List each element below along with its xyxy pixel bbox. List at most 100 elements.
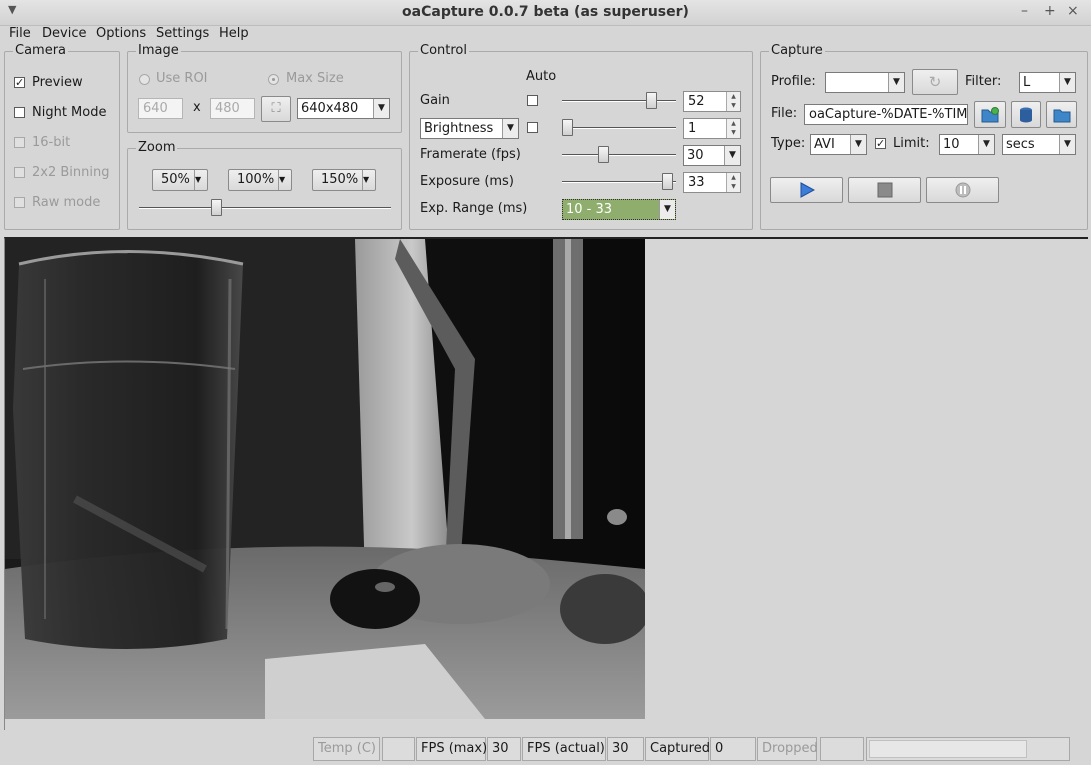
folder-add-icon — [981, 107, 999, 123]
file-name-input[interactable]: oaCapture-%DATE-%TIME — [804, 104, 968, 125]
brightness-spinbox[interactable]: 1 ▲ ▼ — [683, 118, 741, 139]
maximize-icon[interactable]: + — [1044, 3, 1056, 19]
gain-slider-handle[interactable] — [646, 92, 658, 109]
exposure-slider-track[interactable] — [562, 181, 676, 183]
exposure-spinbox[interactable]: 33 ▲ ▼ — [683, 172, 741, 193]
zoom-100-button[interactable]: 100% ▼ — [228, 169, 292, 191]
open-folder-button[interactable] — [1046, 101, 1077, 128]
gain-spinbox[interactable]: 52 ▲ ▼ — [683, 91, 741, 112]
brightness-auto-checkbox[interactable] — [527, 122, 538, 133]
exposure-slider-handle[interactable] — [661, 173, 673, 190]
limit-unit-select[interactable]: secs ▼ — [1002, 134, 1076, 155]
fps-max-value: 30 — [487, 737, 521, 761]
menu-settings[interactable]: Settings — [156, 26, 209, 41]
menu-file[interactable]: File — [9, 26, 31, 41]
gain-slider-track[interactable] — [562, 100, 676, 102]
gain-auto-checkbox[interactable] — [527, 95, 538, 106]
chevron-down-icon: ▼ — [850, 135, 866, 154]
spin-arrows-icon[interactable]: ▲ ▼ — [726, 92, 740, 111]
preview-scene — [5, 239, 645, 719]
filter-value: L — [1023, 75, 1031, 90]
chevron-down-icon: ▼ — [278, 170, 291, 190]
temp-value — [382, 737, 415, 761]
type-select[interactable]: AVI ▼ — [810, 134, 867, 155]
use-roi-radio — [139, 74, 150, 85]
auto-column-label: Auto — [526, 69, 557, 84]
zoom-slider-track[interactable] — [139, 207, 391, 209]
brightness-slider-track[interactable] — [562, 127, 676, 129]
exp-range-select[interactable]: 10 - 33 ▼ — [562, 199, 676, 220]
16bit-label: 16-bit — [32, 135, 71, 150]
database-icon — [1020, 107, 1032, 123]
temp-label: Temp (C) — [313, 737, 380, 761]
chevron-down-icon: ▼ — [1059, 135, 1075, 154]
zoom-50-label: 50% — [161, 172, 190, 187]
limit-checkbox[interactable]: ✓ — [875, 138, 886, 149]
night-mode-label: Night Mode — [32, 105, 107, 120]
image-group-title: Image — [136, 43, 181, 58]
chevron-down-icon: ▼ — [888, 73, 904, 92]
chevron-down-icon: ▼ — [194, 170, 207, 190]
gain-value: 52 — [688, 94, 705, 109]
filter-select[interactable]: L ▼ — [1019, 72, 1076, 93]
preview-checkbox[interactable]: ✓ — [14, 77, 25, 88]
close-icon[interactable]: × — [1067, 3, 1079, 19]
gain-label: Gain — [420, 93, 450, 108]
spin-arrows-icon[interactable]: ▲ ▼ — [726, 119, 740, 138]
limit-label: Limit: — [893, 136, 930, 151]
zoom-group-title: Zoom — [136, 140, 178, 155]
roi-height-input: 480 — [210, 98, 255, 119]
profile-select[interactable]: ▼ — [825, 72, 905, 93]
chevron-down-icon: ▼ — [373, 99, 389, 118]
resolution-value: 640x480 — [301, 101, 359, 116]
spin-arrows-icon[interactable]: ▲ ▼ — [726, 173, 740, 192]
play-icon — [800, 182, 815, 198]
zoom-50-button[interactable]: 50% ▼ — [152, 169, 208, 191]
progress-bar-track — [869, 740, 1027, 758]
menu-device[interactable]: Device — [42, 26, 86, 41]
save-profile-button[interactable] — [1011, 101, 1041, 128]
zoom-slider-handle[interactable] — [211, 199, 223, 216]
exp-range-label: Exp. Range (ms) — [420, 201, 528, 216]
raw-mode-checkbox — [14, 197, 25, 208]
fullscreen-button[interactable]: ⛶ — [261, 96, 291, 122]
new-folder-button[interactable] — [974, 101, 1006, 128]
zoom-150-button[interactable]: 150% ▼ — [312, 169, 376, 191]
fps-actual-label: FPS (actual) — [522, 737, 606, 761]
stop-capture-button[interactable] — [848, 177, 921, 203]
captured-value: 0 — [710, 737, 756, 761]
profile-label: Profile: — [771, 74, 816, 89]
limit-value-select[interactable]: 10 ▼ — [939, 134, 995, 155]
max-size-label: Max Size — [286, 71, 344, 86]
raw-mode-label: Raw mode — [32, 195, 101, 210]
start-capture-button[interactable] — [770, 177, 843, 203]
chevron-down-icon: ▼ — [978, 135, 994, 154]
stop-icon — [877, 182, 892, 198]
exposure-value: 33 — [688, 175, 705, 190]
camera-group-title: Camera — [13, 43, 69, 58]
progress-bar — [866, 737, 1070, 761]
control-select[interactable]: Brightness ▼ — [420, 118, 519, 139]
dropped-label: Dropped — [757, 737, 818, 761]
pause-icon — [955, 182, 970, 198]
brightness-slider-handle[interactable] — [562, 119, 573, 136]
file-label: File: — [771, 106, 798, 121]
framerate-slider-track[interactable] — [562, 154, 676, 156]
fps-max-label: FPS (max) — [416, 737, 487, 761]
minimize-icon[interactable]: – — [1021, 3, 1028, 19]
framerate-select[interactable]: 30 ▼ — [683, 145, 741, 166]
control-group-title: Control — [418, 43, 469, 58]
folder-icon — [1053, 109, 1070, 123]
chevron-down-icon: ▼ — [724, 146, 740, 165]
fullscreen-icon: ⛶ — [271, 101, 281, 116]
preview-label: Preview — [32, 75, 83, 90]
profile-reload-button[interactable]: ↻ — [912, 69, 958, 95]
binning-checkbox — [14, 167, 25, 178]
menu-help[interactable]: Help — [219, 26, 249, 41]
pause-capture-button[interactable] — [926, 177, 999, 203]
menu-options[interactable]: Options — [96, 26, 146, 41]
night-mode-checkbox[interactable] — [14, 107, 25, 118]
framerate-slider-handle[interactable] — [598, 146, 610, 163]
brightness-value: 1 — [688, 121, 697, 136]
resolution-select[interactable]: 640x480 ▼ — [297, 98, 390, 119]
